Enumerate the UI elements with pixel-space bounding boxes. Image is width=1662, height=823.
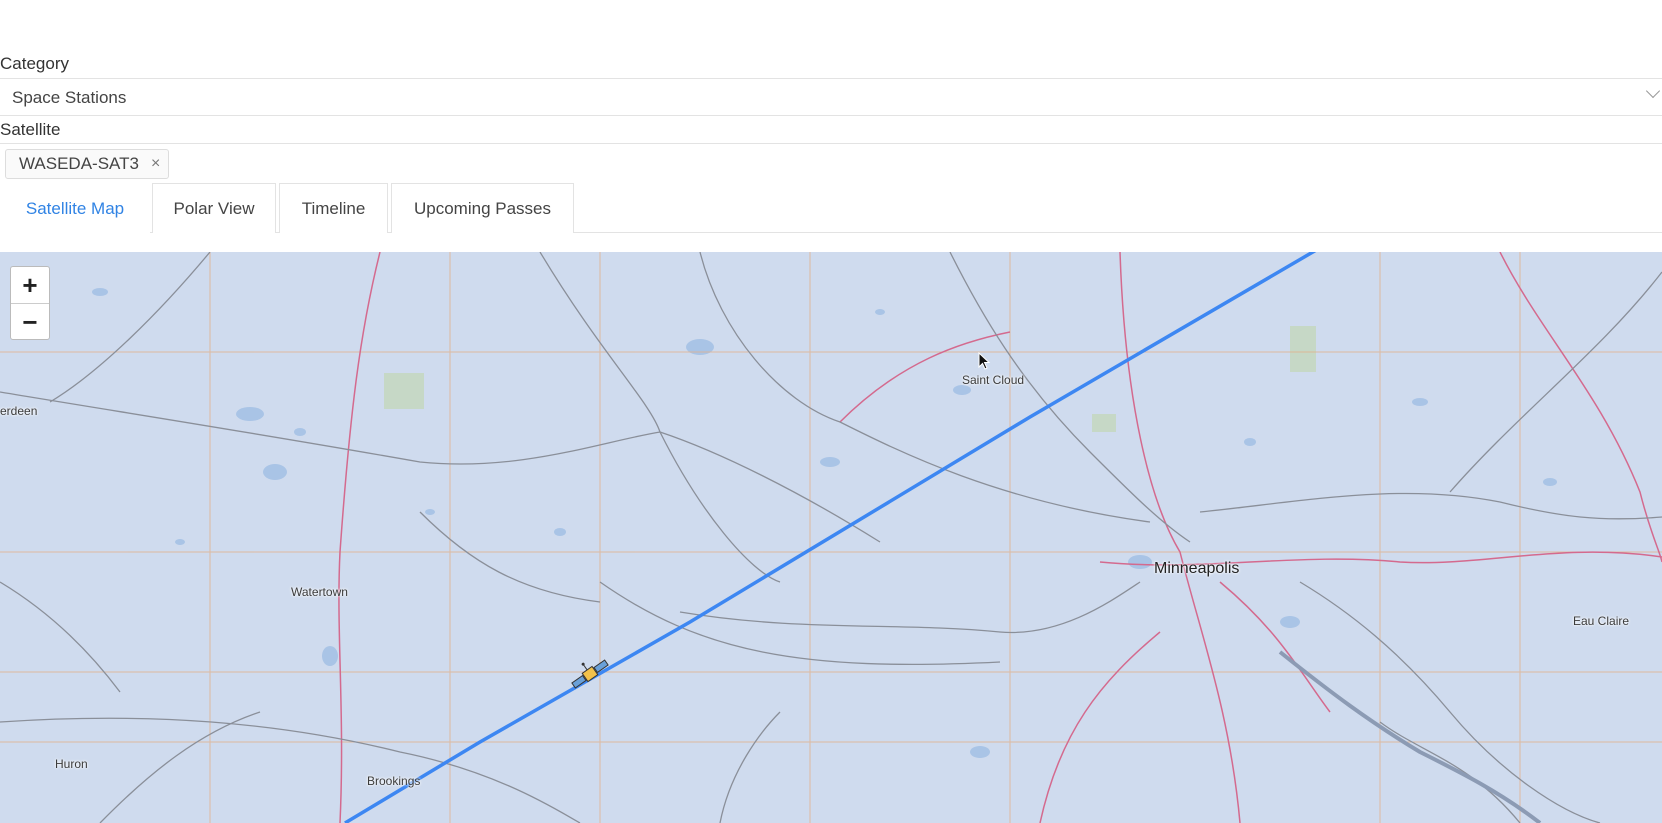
park-area <box>1092 414 1116 432</box>
satellite-label: Satellite <box>0 120 61 139</box>
category-selected-value: Space Stations <box>12 88 127 107</box>
satellite-ground-track <box>344 252 1317 823</box>
category-select[interactable]: Space Stations <box>0 78 1662 116</box>
zoom-out-button[interactable]: − <box>11 303 49 340</box>
lakes <box>92 288 1557 758</box>
selected-satellite-tag: WASEDA-SAT3 × <box>5 149 170 179</box>
satellite-icon[interactable] <box>568 652 612 696</box>
park-area <box>1290 326 1316 372</box>
view-tabs: Satellite Map Polar View Timeline Upcomi… <box>0 183 1662 233</box>
chevron-down-icon <box>1645 83 1661 99</box>
satellite-tag-label: WASEDA-SAT3 <box>19 154 139 173</box>
category-label: Category <box>0 54 69 73</box>
river <box>1278 650 1542 823</box>
city-label: erdeen <box>0 404 38 418</box>
city-label: Saint Cloud <box>962 373 1025 387</box>
city-label: Brookings <box>367 774 421 788</box>
tab-upcoming-passes[interactable]: Upcoming Passes <box>391 183 574 233</box>
tab-polar-view[interactable]: Polar View <box>152 183 276 233</box>
park-area <box>384 373 424 409</box>
highways <box>338 252 1662 823</box>
map-base-layer <box>0 252 1662 823</box>
zoom-in-button[interactable]: + <box>11 267 49 303</box>
city-label: Watertown <box>291 585 348 599</box>
tab-satellite-map[interactable]: Satellite Map <box>0 183 150 233</box>
close-icon[interactable]: × <box>151 155 160 173</box>
city-label: Minneapolis <box>1154 560 1240 577</box>
city-label: Huron <box>55 757 88 771</box>
city-label: Eau Claire <box>1573 614 1630 628</box>
satellite-map[interactable]: erdeen Saint Cloud Watertown Minneapolis… <box>0 252 1662 823</box>
cursor-icon <box>978 352 991 370</box>
zoom-control: + − <box>10 266 50 340</box>
tab-timeline[interactable]: Timeline <box>279 183 388 233</box>
satellite-select[interactable]: WASEDA-SAT3 × <box>0 143 1662 183</box>
